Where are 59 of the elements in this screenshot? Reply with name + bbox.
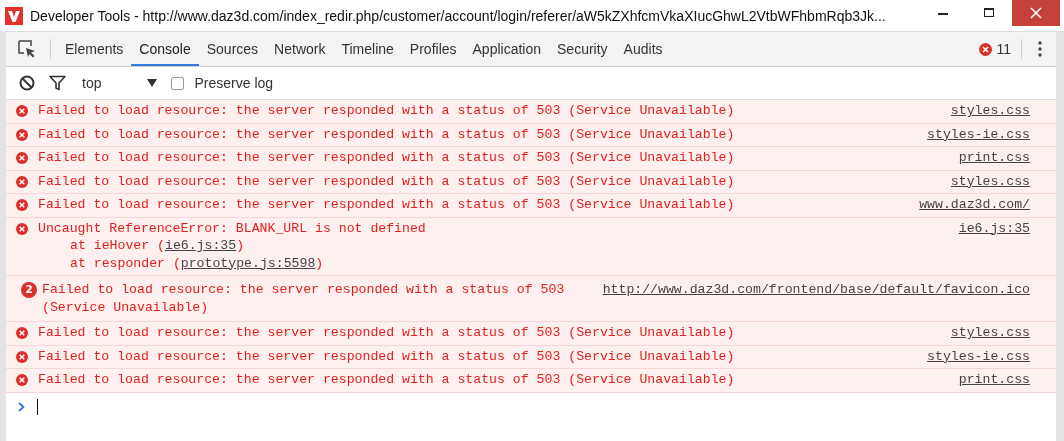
stack-frame-text: at ieHover (: [70, 237, 165, 255]
stack-frame-text: at responder (: [70, 254, 181, 272]
error-icon: [16, 374, 28, 386]
source-link[interactable]: styles.css: [950, 102, 1030, 120]
error-message: Failed to load resource: the server responded with a status of 503 (Service Unavailable): [42, 281, 566, 316]
source-link[interactable]: http://www.daz3d.com/frontend/base/default/favicon.ico: [602, 281, 1030, 299]
panel-tab[interactable]: Sources: [198, 32, 267, 66]
panel-tab[interactable]: Application: [464, 32, 550, 66]
panel-tab[interactable]: Security: [549, 32, 616, 66]
error-count[interactable]: 11: [996, 41, 1011, 57]
source-link[interactable]: ie6.js:35: [958, 219, 1030, 237]
error-message: Failed to load resource: the server responded with a status of 503 (Service Unavailable): [38, 125, 736, 143]
filter-icon[interactable]: [49, 75, 66, 91]
error-icon: [16, 350, 28, 363]
window-title: Developer Tools - http://www.daz3d.com/index_redir.php/customer/account/login/referer/aW5kZXhfcmVkaXIucGhwL2VtbWFhbmRqb3Jk...: [30, 7, 887, 24]
preserve-log-label: Preserve log: [194, 75, 274, 91]
stack-frame-paren: ): [315, 254, 324, 272]
clear-console-icon[interactable]: [19, 75, 35, 91]
preserve-log-checkbox[interactable]: [171, 76, 185, 90]
panel-tab[interactable]: Console: [131, 32, 199, 66]
error-message: Failed to load resource: the server responded with a status of 503 (Service Unavailable): [38, 347, 736, 365]
error-icon: [16, 175, 28, 188]
source-link[interactable]: styles.css: [950, 324, 1030, 342]
dropdown-arrow-icon[interactable]: [147, 79, 158, 87]
error-icon: [979, 42, 993, 56]
source-link[interactable]: styles-ie.css: [927, 125, 1030, 143]
error-message: Failed to load resource: the server responded with a status of 503 (Service Unavailable): [38, 102, 736, 120]
panel-tab[interactable]: Elements: [57, 32, 132, 66]
source-link[interactable]: styles.css: [950, 172, 1030, 190]
source-link[interactable]: styles-ie.css: [927, 347, 1030, 365]
panel-tab[interactable]: Network: [266, 32, 334, 66]
stack-frame-paren: ): [236, 237, 245, 255]
error-message: Failed to load resource: the server responded with a status of 503 (Service Unavailable): [38, 149, 736, 167]
error-message: Failed to load resource: the server responded with a status of 503 (Service Unavailable): [38, 196, 736, 214]
app-logo-icon: [5, 6, 23, 25]
inspect-element-icon[interactable]: [18, 40, 36, 58]
stack-frame-link[interactable]: ie6.js:35: [164, 237, 237, 255]
prompt-chevron-icon: [18, 401, 25, 412]
text-cursor[interactable]: [37, 398, 38, 415]
error-icon: [16, 327, 28, 339]
error-message: Failed to load resource: the server responded with a status of 503 (Service Unavailable): [38, 371, 736, 389]
source-link[interactable]: www.daz3d.com/: [919, 196, 1030, 214]
repeat-count-badge: 2: [21, 282, 37, 298]
error-icon: [16, 152, 28, 164]
context-dropdown[interactable]: top: [78, 75, 106, 91]
source-link[interactable]: print.css: [958, 149, 1030, 167]
more-menu-icon[interactable]: [1038, 41, 1042, 57]
error-message: Uncaught ReferenceError: BLANK_URL is not defined: [38, 219, 427, 237]
error-icon: [16, 222, 28, 235]
error-icon: [16, 128, 28, 141]
error-message: Failed to load resource: the server responded with a status of 503 (Service Unavailable): [38, 324, 736, 342]
panel-tab[interactable]: Profiles: [401, 32, 465, 66]
stack-frame-link[interactable]: prototype.js:5598: [180, 254, 316, 272]
panel-tab[interactable]: Timeline: [333, 32, 402, 66]
error-icon: [16, 105, 28, 117]
source-link[interactable]: print.css: [958, 371, 1030, 389]
error-message: Failed to load resource: the server responded with a status of 503 (Service Unavailable): [38, 172, 736, 190]
error-icon: [16, 199, 28, 211]
panel-tab[interactable]: Audits: [615, 32, 671, 66]
